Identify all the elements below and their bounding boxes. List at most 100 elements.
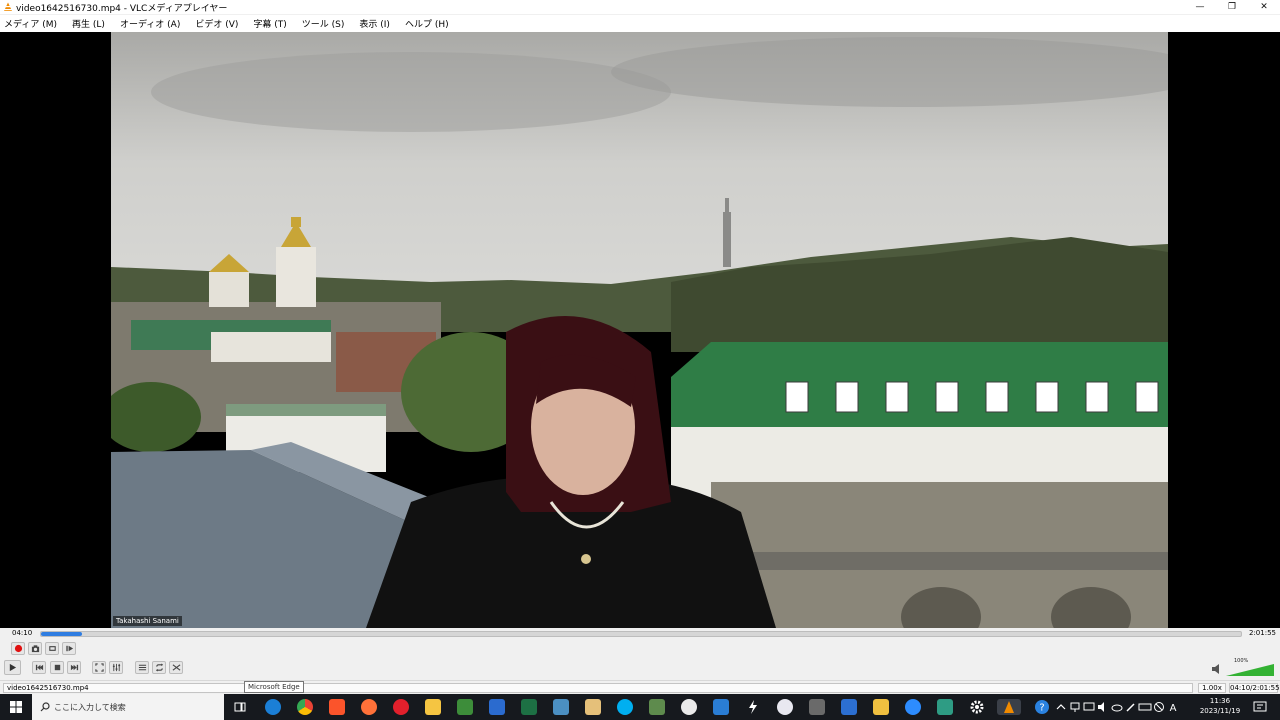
window-controls: — ❐ ✕ [1184,0,1280,14]
start-button[interactable] [0,694,32,720]
help-icon[interactable]: ? [1034,699,1050,715]
pen-icon[interactable] [1124,700,1138,714]
network-icon[interactable] [1068,700,1082,714]
system-tray: ? A [1034,694,1180,720]
clock-date: 2023/11/19 [1199,707,1241,715]
taskbar-clock[interactable]: 11:36 2023/11/19 [1196,696,1244,716]
settings-gear-icon[interactable] [969,699,985,715]
file-explorer-icon[interactable] [425,699,441,715]
skype-icon[interactable] [617,699,633,715]
search-icon [40,702,50,712]
previous-icon [35,664,43,671]
network-app-icon[interactable] [489,699,505,715]
video-area[interactable] [0,32,1280,628]
seek-bar-progress [41,632,82,636]
menu-media[interactable]: メディア (M) [2,17,59,30]
window-title: video1642516730.mp4 - VLCメディアプレイヤー [16,3,228,14]
shuffle-icon [172,664,180,671]
video-frame [111,32,1168,628]
tool-app-icon[interactable] [809,699,825,715]
keyboard-icon[interactable] [1138,700,1152,714]
menu-bar: メディア (M) 再生 (L) オーディオ (A) ビデオ (V) 字幕 (T)… [0,15,1280,32]
playlist-icon [138,664,146,671]
stop-button[interactable] [50,661,64,674]
photos-icon[interactable] [553,699,569,715]
playback-speed[interactable]: 1.00x [1198,683,1226,693]
playback-controls: 04:10 2:01:55 100% [0,628,1280,680]
notes-app-icon[interactable] [873,699,889,715]
title-bar: video1642516730.mp4 - VLCメディアプレイヤー — ❐ ✕ [0,0,1280,14]
chrome-icon[interactable] [297,699,313,715]
menu-view[interactable]: 表示 (I) [357,17,392,30]
menu-video[interactable]: ビデオ (V) [193,17,240,30]
monitor-icon[interactable] [1082,700,1096,714]
download-app-icon[interactable] [841,699,857,715]
lightning-app-icon[interactable] [745,699,761,715]
cloud-icon[interactable] [1110,700,1124,714]
connect-app-icon[interactable] [937,699,953,715]
menu-help[interactable]: ヘルプ (H) [403,17,451,30]
record-icon [14,644,22,653]
menu-subtitle[interactable]: 字幕 (T) [251,17,288,30]
restore-button[interactable]: ❐ [1216,0,1248,14]
speaker-icon[interactable] [1212,664,1219,674]
equalizer-icon [112,663,120,672]
taskbar-search[interactable]: ここに入力して検索 [32,694,224,720]
participant-name-label: Takahashi Sanami [113,616,182,626]
vlc-taskbar-icon[interactable] [997,699,1021,715]
frame-step-button[interactable] [62,642,76,655]
speaker-tray-icon[interactable] [1096,700,1110,714]
brave-icon[interactable] [329,699,345,715]
mail-icon[interactable] [713,699,729,715]
edge-icon[interactable] [265,699,281,715]
archive-icon[interactable] [585,699,601,715]
elapsed-time: 04:10 [12,629,33,637]
extended-settings-button[interactable] [109,661,123,674]
chevron-up-icon[interactable] [1054,700,1068,714]
minimize-button[interactable]: — [1184,0,1216,14]
record-button[interactable] [11,642,25,655]
clock-app-icon[interactable] [681,699,697,715]
excel-icon[interactable] [521,699,537,715]
task-view-icon[interactable] [232,699,248,715]
next-button[interactable] [67,661,81,674]
menu-playback[interactable]: 再生 (L) [70,17,107,30]
frame-step-icon [65,645,73,652]
notification-icon[interactable] [1252,699,1268,715]
taskbar-tooltip: Microsoft Edge [244,681,304,693]
opera-icon[interactable] [393,699,409,715]
fullscreen-icon [94,663,104,672]
loop-ab-icon [48,646,56,651]
seek-bar[interactable] [40,631,1242,637]
playlist-button[interactable] [135,661,149,674]
volume-level: 100% [1234,658,1249,664]
status-time[interactable]: 04:10/2:01:55 [1229,683,1280,693]
loop-ab-button[interactable] [45,642,59,655]
close-button[interactable]: ✕ [1248,0,1280,14]
snapshot-button[interactable] [28,642,42,655]
zoom-icon[interactable] [905,699,921,715]
calculator-icon[interactable] [649,699,665,715]
camera-icon [31,645,39,653]
volume-control[interactable]: 100% [1212,658,1276,677]
vlc-cone-icon [4,2,12,11]
folder-app-icon[interactable] [457,699,473,715]
fullscreen-button[interactable] [92,661,106,674]
status-bar: video1642516730.mp4 1.00x 04:10/2:01:55 [0,680,1280,694]
loop-icon [155,663,163,672]
block-icon[interactable] [1152,700,1166,714]
windows-logo-icon [10,701,22,713]
previous-button[interactable] [32,661,46,674]
search-placeholder: ここに入力して検索 [54,702,126,712]
loop-button[interactable] [152,661,166,674]
menu-audio[interactable]: オーディオ (A) [118,17,182,30]
shuffle-button[interactable] [169,661,183,674]
next-icon [70,664,78,671]
play-button[interactable] [4,660,21,675]
svg-text:?: ? [1039,703,1044,714]
itunes-icon[interactable] [777,699,793,715]
svg-text:A: A [1170,703,1177,714]
ime-mode-icon[interactable]: A [1166,700,1180,714]
menu-tools[interactable]: ツール (S) [300,17,347,30]
firefox-icon[interactable] [361,699,377,715]
